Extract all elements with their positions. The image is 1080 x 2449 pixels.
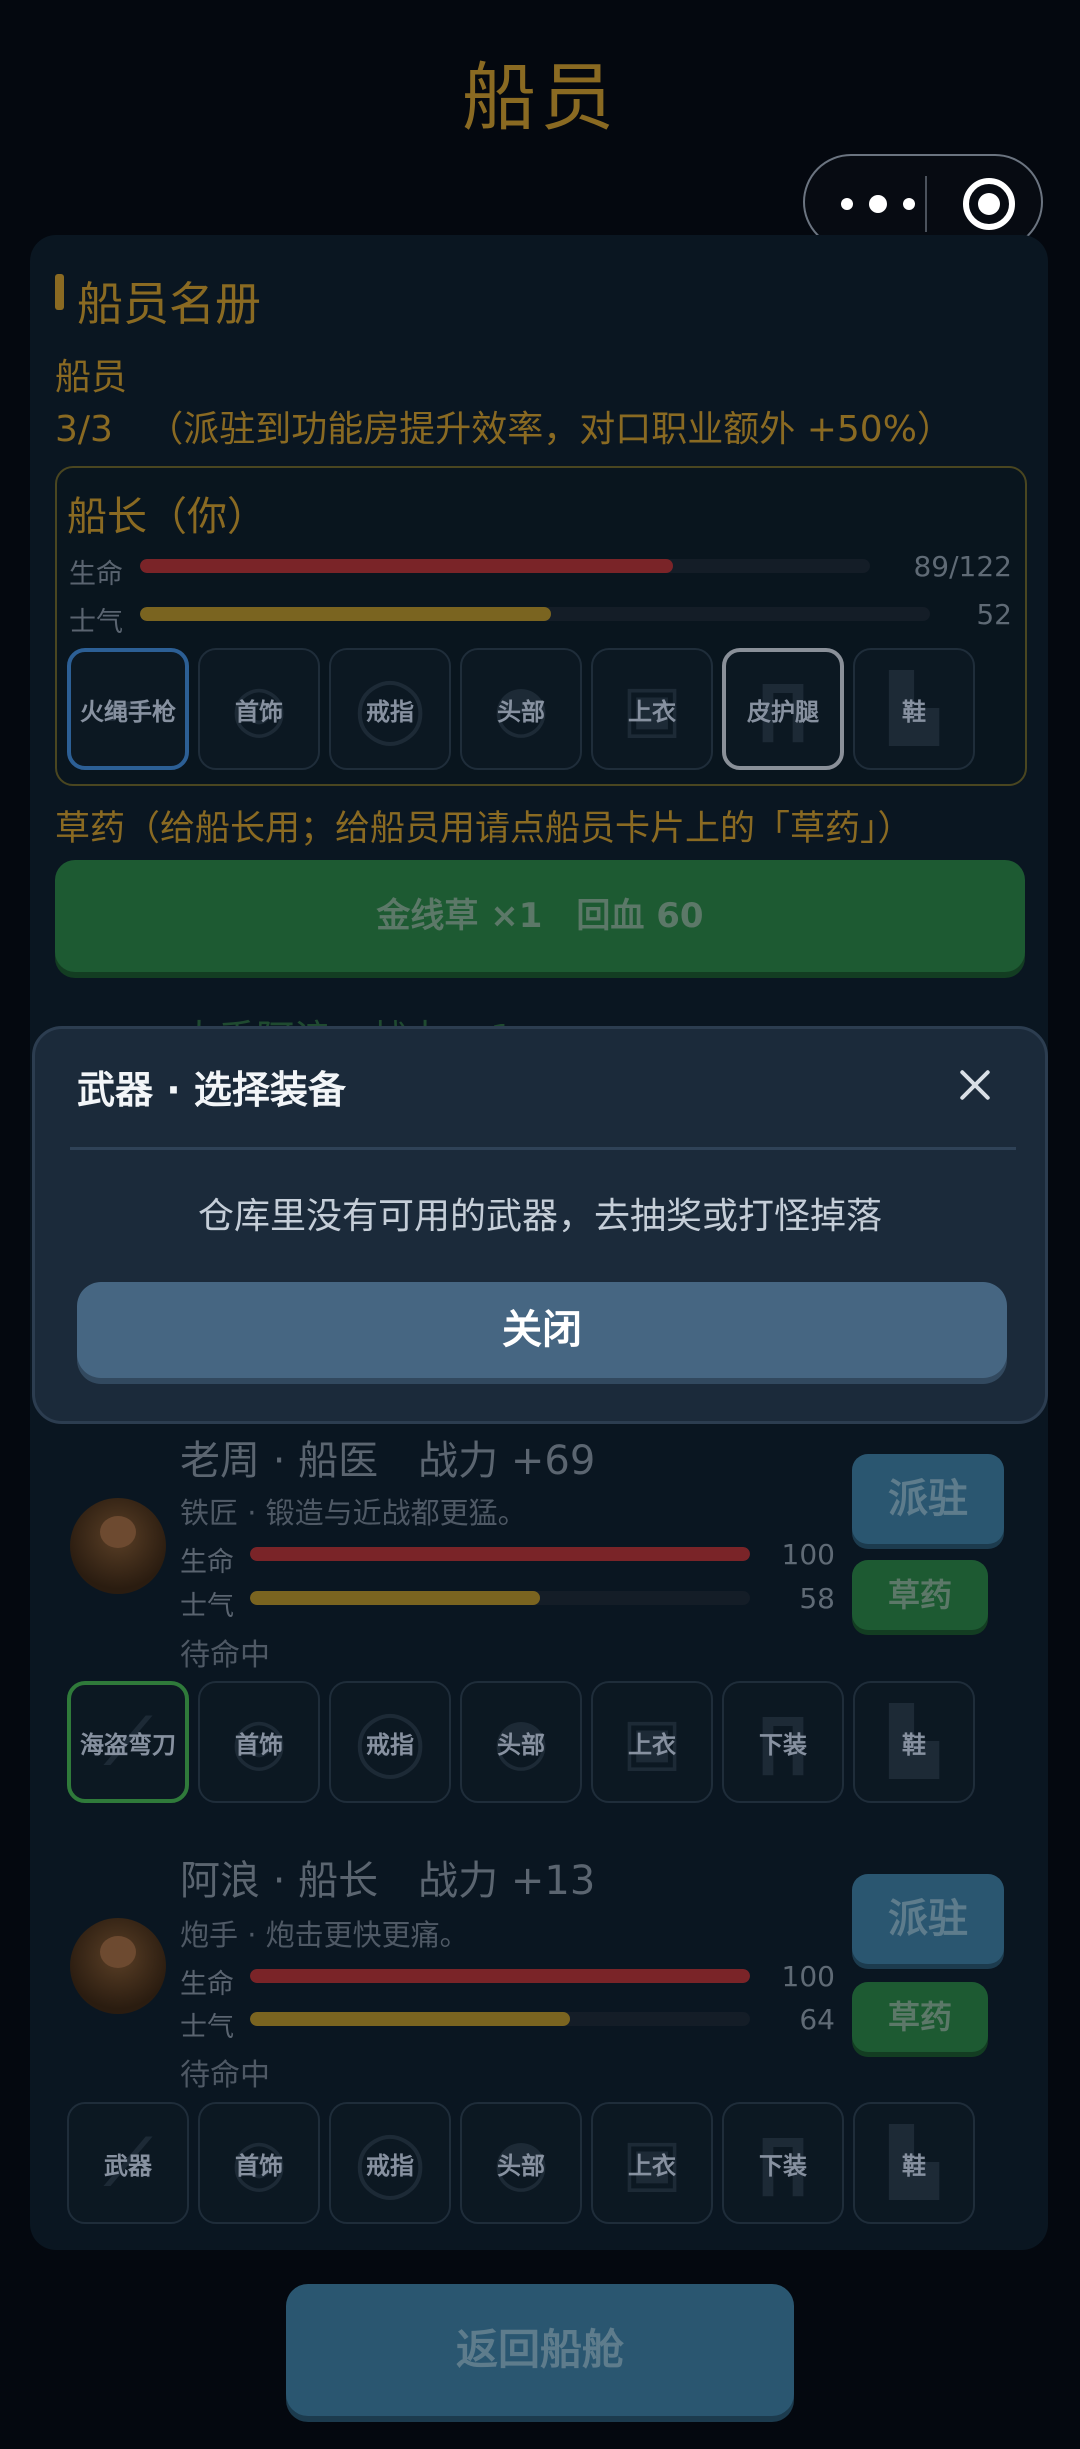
equip-slot[interactable]: ◎ 首饰	[198, 648, 320, 770]
member-morale-bar	[250, 1591, 750, 1605]
member-hp-bar	[250, 1969, 750, 1983]
captain-morale-bar	[140, 607, 930, 621]
equip-slot[interactable]: ⟋ 武器	[67, 2102, 189, 2224]
equip-slot-label: 戒指	[366, 1730, 414, 1759]
equip-slot-label: 武器	[104, 2151, 152, 2180]
modal-title: 武器 · 选择装备	[77, 1068, 346, 1112]
captain-morale-value: 52	[976, 598, 1012, 631]
equip-slot-label: 上衣	[628, 2151, 676, 2180]
member-avatar	[70, 1498, 166, 1594]
equip-slot[interactable]: ⟋ 海盗弯刀	[67, 1681, 189, 1803]
member-morale-fill	[250, 2012, 570, 2026]
equip-slot-label: 首饰	[235, 697, 283, 726]
modal-divider	[70, 1147, 1016, 1150]
equip-slot-label: 皮护腿	[747, 697, 819, 726]
use-herb-button[interactable]: 金线草 ×1 回血 60	[55, 860, 1025, 972]
equip-slot[interactable]: ◓ 头部	[460, 2102, 582, 2224]
member-hp-value: 100	[781, 1960, 835, 1993]
captain-morale-fill	[140, 607, 551, 621]
member-herb-button[interactable]: 草药	[852, 1982, 988, 2052]
equip-slot[interactable]: ▣ 上衣	[591, 1681, 713, 1803]
equip-slot-label: 戒指	[366, 2151, 414, 2180]
equip-slot[interactable]: ∏ 下装	[722, 1681, 844, 1803]
member-morale-value: 64	[799, 2003, 835, 2036]
more-menu-icon[interactable]	[841, 184, 933, 224]
equip-slot-label: 鞋	[902, 697, 926, 726]
equip-slot-label: 下装	[759, 2151, 807, 2180]
equip-slot[interactable]: ▙ 鞋	[853, 648, 975, 770]
captain-name: 船长（你）	[67, 494, 267, 540]
close-mini-program-icon[interactable]	[963, 178, 1015, 230]
page-title: 船员	[462, 55, 618, 141]
equip-slot-label: 头部	[497, 697, 545, 726]
equip-slot-label: 头部	[497, 1730, 545, 1759]
member-herb-button[interactable]: 草药	[852, 1560, 988, 1630]
crew-count-hint: 船员 3/3 （派驻到功能房提升效率，对口职业额外 +50%）	[55, 352, 1025, 456]
equip-slot-label: 头部	[497, 2151, 545, 2180]
equip-slot[interactable]: ◯ 戒指	[329, 1681, 451, 1803]
roster-title: 船员名册	[77, 277, 261, 331]
dispatch-hint: （派驻到功能房提升效率，对口职业额外 +50%）	[147, 409, 953, 450]
member-name: 阿浪 · 船长 战力 +13	[180, 1858, 596, 1904]
equip-slot[interactable]: ◎ 首饰	[198, 2102, 320, 2224]
captain-morale-label: 士气	[69, 607, 123, 638]
equip-slot[interactable]: ∏ 下装	[722, 2102, 844, 2224]
member-avatar	[70, 1918, 166, 2014]
member-morale-value: 58	[799, 1582, 835, 1615]
equip-slot[interactable]: ◯ 戒指	[329, 648, 451, 770]
equip-slot[interactable]: ◯ 戒指	[329, 2102, 451, 2224]
member-hp-label: 生命	[180, 1969, 234, 2000]
member-description: 铁匠 · 锻造与近战都更猛。	[180, 1496, 527, 1530]
herb-section-title: 草药（给船长用；给船员用请点船员卡片上的「草药」）	[55, 809, 913, 849]
equip-slot[interactable]: ◓ 头部	[460, 648, 582, 770]
equip-select-modal: 武器 · 选择装备 仓库里没有可用的武器，去抽奖或打怪掉落 关闭	[32, 1026, 1048, 1424]
equip-slot-label: 海盗弯刀	[80, 1730, 176, 1759]
equip-slot[interactable]: ▙ 鞋	[853, 1681, 975, 1803]
equip-slot[interactable]: ◎ 首饰	[198, 1681, 320, 1803]
member-hp-value: 100	[781, 1538, 835, 1571]
crew-count: 船员 3/3	[55, 357, 128, 450]
captain-hp-label: 生命	[69, 559, 123, 590]
modal-message: 仓库里没有可用的武器，去抽奖或打怪掉落	[197, 1196, 882, 1237]
dispatch-button[interactable]: 派驻	[852, 1454, 1004, 1544]
close-icon[interactable]	[955, 1065, 995, 1105]
captain-hp-fill	[140, 559, 673, 573]
dispatch-button[interactable]: 派驻	[852, 1874, 1004, 1964]
member-morale-label: 士气	[180, 2012, 234, 2043]
equip-slot-label: 戒指	[366, 697, 414, 726]
member-status: 待命中	[180, 2058, 270, 2093]
equip-slot[interactable]: ▣ 上衣	[591, 648, 713, 770]
equip-slot[interactable]: ∏ 皮护腿	[722, 648, 844, 770]
equip-slot[interactable]: ▙ 鞋	[853, 2102, 975, 2224]
member-hp-label: 生命	[180, 1547, 234, 1578]
member-hp-fill	[250, 1547, 750, 1561]
captain-hp-value: 89/122	[913, 550, 1012, 583]
equip-slot-label: 首饰	[235, 2151, 283, 2180]
equip-slot-label: 下装	[759, 1730, 807, 1759]
member-morale-label: 士气	[180, 1591, 234, 1622]
equip-slot[interactable]: ⌐ 火绳手枪	[67, 648, 189, 770]
back-to-cabin-button[interactable]: 返回船舱	[286, 2284, 794, 2416]
equip-slot[interactable]: ◓ 头部	[460, 1681, 582, 1803]
member-status: 待命中	[180, 1638, 270, 1673]
equip-slot-label: 鞋	[902, 2151, 926, 2180]
member-hp-fill	[250, 1969, 750, 1983]
capsule-divider	[925, 176, 927, 232]
member-name: 老周 · 船医 战力 +69	[180, 1438, 596, 1484]
member-hp-bar	[250, 1547, 750, 1561]
equip-slot-label: 火绳手枪	[80, 697, 176, 726]
equip-slot-label: 首饰	[235, 1730, 283, 1759]
equip-slot[interactable]: ▣ 上衣	[591, 2102, 713, 2224]
equip-slot-label: 鞋	[902, 1730, 926, 1759]
member-description: 炮手 · 炮击更快更痛。	[180, 1918, 469, 1952]
captain-hp-bar	[140, 559, 870, 573]
member-morale-fill	[250, 1591, 540, 1605]
equip-slot-label: 上衣	[628, 697, 676, 726]
equip-slot-label: 上衣	[628, 1730, 676, 1759]
member-morale-bar	[250, 2012, 750, 2026]
modal-close-button[interactable]: 关闭	[77, 1282, 1007, 1378]
